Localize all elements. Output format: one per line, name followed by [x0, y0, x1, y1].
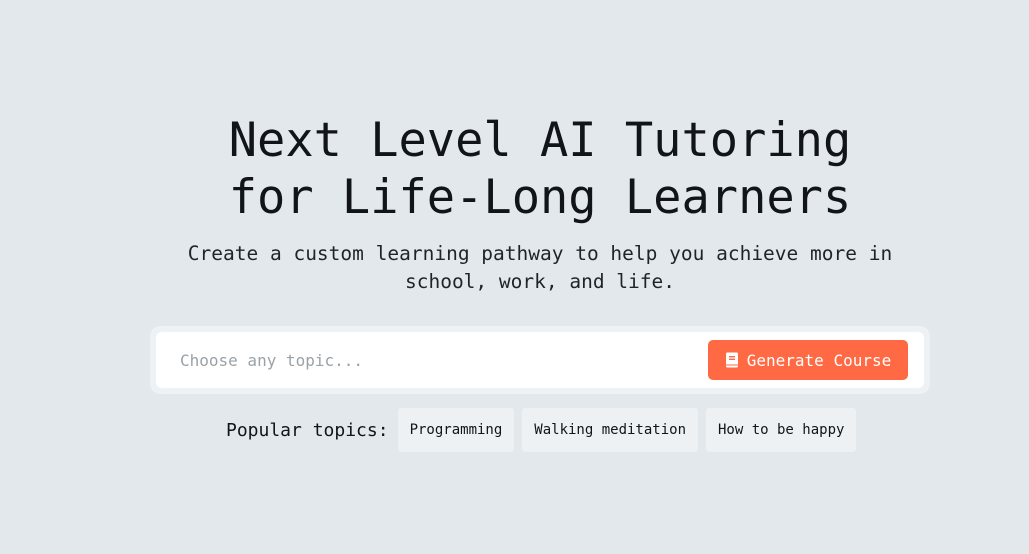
book-icon [725, 352, 739, 368]
topic-search-input[interactable] [180, 345, 680, 375]
subtitle-line-2: school, work, and life. [404, 270, 676, 293]
page-subtitle: Create a custom learning pathway to help… [160, 240, 920, 296]
topic-chip-how-to-be-happy[interactable]: How to be happy [706, 408, 857, 452]
title-line-1: Next Level AI Tutoring [228, 113, 852, 168]
popular-topics: Popular topics: Programming Walking medi… [226, 408, 857, 452]
popular-topics-label: Popular topics: [226, 419, 389, 441]
topic-chip-programming[interactable]: Programming [397, 408, 515, 452]
subtitle-line-1: Create a custom learning pathway to help… [187, 242, 893, 265]
generate-course-label: Generate Course [746, 350, 892, 370]
topic-chip-walking-meditation[interactable]: Walking meditation [522, 408, 698, 452]
page-title: Next Level AI Tutoring for Life-Long Lea… [0, 112, 1029, 226]
hero-section: Next Level AI Tutoring for Life-Long Lea… [0, 0, 1029, 554]
generate-course-button[interactable]: Generate Course [708, 340, 908, 380]
title-line-2: for Life-Long Learners [228, 170, 852, 225]
